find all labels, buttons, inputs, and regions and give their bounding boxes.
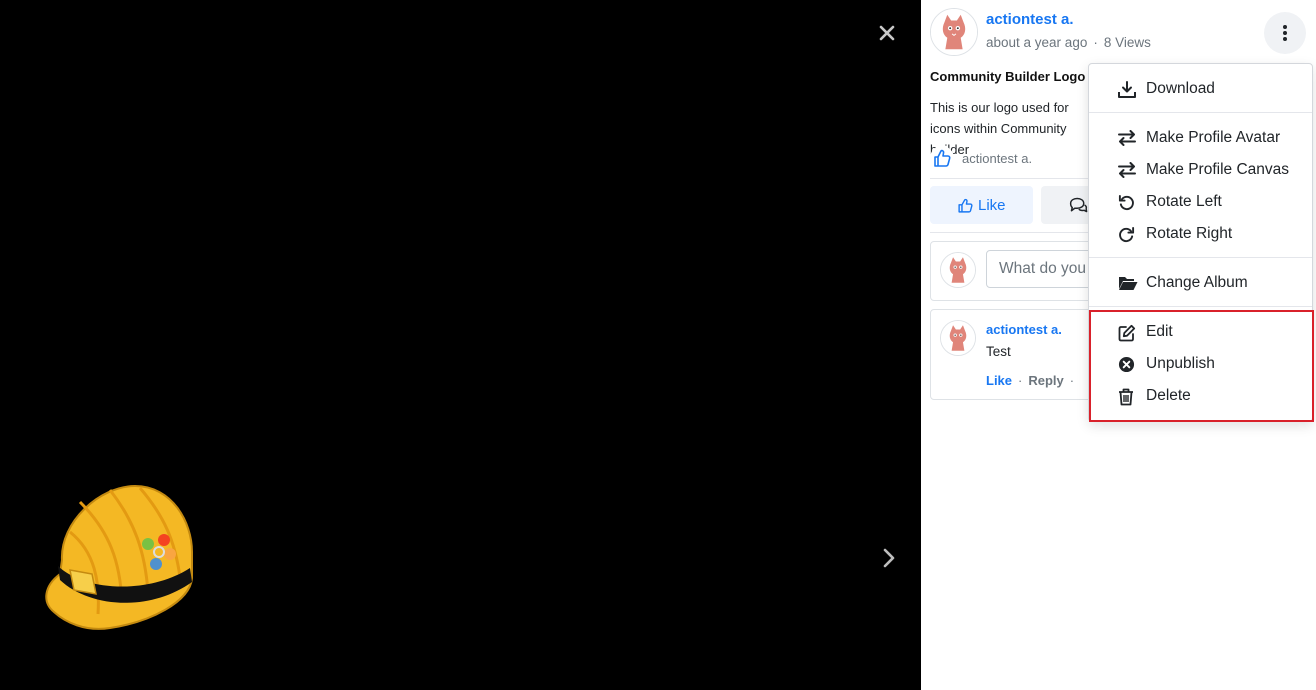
liker-name[interactable]: actiontest a. — [962, 151, 1032, 166]
post-meta: about a year ago · 8 Views — [986, 35, 1151, 50]
cat-avatar-icon — [941, 321, 975, 355]
menu-item-label: Make Profile Avatar — [1146, 129, 1281, 146]
post-author[interactable]: actiontest a. — [986, 11, 1074, 28]
current-user-avatar — [940, 252, 976, 288]
next-photo-button[interactable] — [877, 543, 901, 573]
close-button[interactable] — [874, 20, 900, 46]
swap-icon — [1118, 130, 1136, 146]
menu-item-make-profile-canvas[interactable]: Make Profile Canvas — [1089, 154, 1312, 186]
photo-title: Community Builder Logo — [930, 69, 1086, 84]
rotate-left-icon — [1118, 194, 1134, 211]
comment-text: Test — [986, 344, 1011, 359]
thumbs-up-icon — [930, 146, 954, 170]
menu-item-label: Change Album — [1146, 274, 1248, 291]
photo-viewer — [0, 0, 921, 690]
menu-item-label: Download — [1146, 80, 1215, 97]
menu-item-rotate-left[interactable]: Rotate Left — [1089, 186, 1312, 218]
action-separator: · — [1018, 373, 1023, 388]
folder-open-icon — [1119, 277, 1138, 290]
menu-divider — [1089, 306, 1312, 307]
download-icon — [1118, 81, 1136, 98]
comments-icon — [1069, 197, 1088, 213]
comment-reply-link[interactable]: Reply — [1028, 373, 1063, 388]
highlight-box — [1089, 310, 1314, 422]
post-views: 8 Views — [1103, 35, 1151, 50]
author-avatar[interactable] — [930, 8, 978, 56]
photo-image — [45, 484, 193, 630]
menu-item-label: Make Profile Canvas — [1146, 161, 1290, 178]
close-icon[interactable] — [874, 20, 900, 46]
meta-separator: · — [1093, 35, 1098, 50]
menu-divider — [1089, 112, 1312, 113]
menu-item-rotate-right[interactable]: Rotate Right — [1089, 218, 1312, 250]
comment-actions: Like · Reply · — [986, 373, 1080, 388]
post-time[interactable]: about a year ago — [986, 35, 1087, 50]
menu-item-make-profile-avatar[interactable]: Make Profile Avatar — [1089, 122, 1312, 154]
like-button-label: Like — [978, 197, 1006, 214]
cat-avatar-icon — [941, 253, 975, 287]
commenter-avatar[interactable] — [940, 320, 976, 356]
menu-item-download[interactable]: Download — [1089, 73, 1312, 105]
kebab-menu-icon — [1283, 25, 1287, 41]
like-button[interactable]: Like — [930, 186, 1033, 224]
swap-icon — [1118, 162, 1136, 178]
comment-author[interactable]: actiontest a. — [986, 322, 1062, 337]
menu-divider — [1089, 257, 1312, 258]
rotate-right-icon — [1119, 226, 1135, 243]
thumbs-up-icon — [958, 198, 973, 213]
chevron-right-icon[interactable] — [877, 543, 901, 573]
menu-item-label: Rotate Left — [1146, 193, 1222, 210]
action-separator: · — [1069, 373, 1075, 388]
more-options-button[interactable] — [1264, 12, 1306, 54]
menu-item-label: Rotate Right — [1146, 225, 1233, 242]
cat-avatar-icon — [931, 9, 977, 55]
comment-like-link[interactable]: Like — [986, 373, 1012, 388]
menu-item-change-album[interactable]: Change Album — [1089, 267, 1312, 299]
